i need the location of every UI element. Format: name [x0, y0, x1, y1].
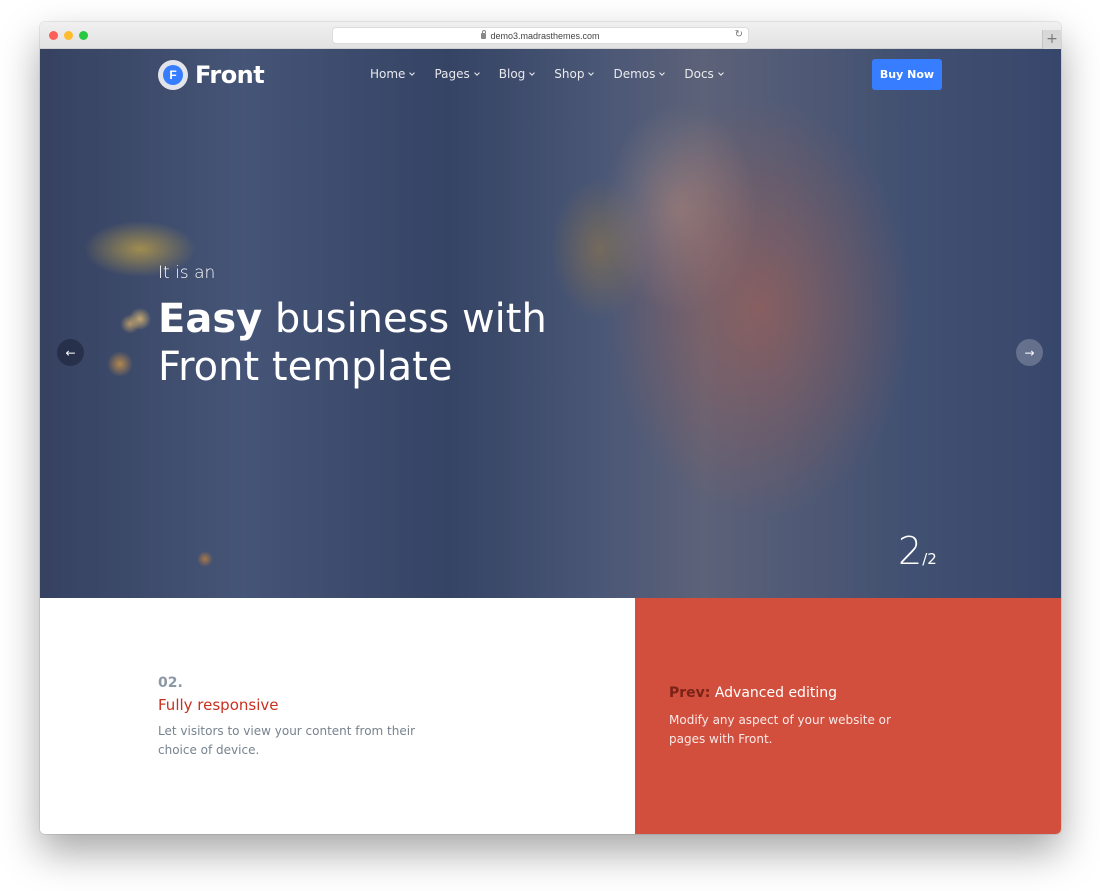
nav-item-docs[interactable]: Docs [684, 67, 724, 81]
prev-feature-description: Modify any aspect of your website or pag… [669, 713, 891, 746]
chevron-down-icon [659, 70, 666, 76]
logo-icon: F [158, 60, 188, 90]
chevron-down-icon [717, 70, 724, 76]
slide-counter: 2/2 [898, 529, 937, 573]
hero-title-bold: Easy [158, 296, 263, 342]
browser-window: demo3.madrasthemes.com ↻ + F Front Home … [40, 22, 1061, 834]
maximize-window-button[interactable] [79, 31, 88, 40]
arrow-left-icon: ← [65, 345, 76, 360]
prev-label: Prev: [669, 685, 711, 701]
prev-feature-panel[interactable]: Prev: Advanced editing Modify any aspect… [635, 598, 1061, 834]
hero-title: Easy business with Front template [158, 295, 547, 391]
browser-titlebar: demo3.madrasthemes.com ↻ + [40, 22, 1061, 49]
logo-text: Front [195, 61, 265, 89]
slide-total: /2 [922, 550, 937, 568]
new-tab-button[interactable]: + [1042, 30, 1061, 49]
hero-title-line2: Front template [158, 344, 453, 390]
buy-now-button[interactable]: Buy Now [872, 59, 942, 90]
nav-item-pages[interactable]: Pages [434, 67, 480, 81]
slide-current: 2 [898, 529, 923, 573]
url-text: demo3.madrasthemes.com [490, 30, 600, 41]
minimize-window-button[interactable] [64, 31, 73, 40]
logo[interactable]: F Front [158, 60, 265, 90]
address-bar[interactable]: demo3.madrasthemes.com ↻ [332, 27, 749, 44]
chevron-down-icon [529, 70, 536, 76]
feature-number: 02. [158, 675, 183, 691]
nav-item-home[interactable]: Home [370, 67, 416, 81]
prev-feature-title: Advanced editing [710, 685, 837, 701]
feature-title: Fully responsive [158, 696, 279, 714]
chevron-down-icon [588, 70, 595, 76]
chevron-down-icon [409, 70, 416, 76]
close-window-button[interactable] [49, 31, 58, 40]
prev-feature-heading[interactable]: Prev: Advanced editing [669, 685, 837, 701]
hero-kicker: It is an [158, 263, 216, 283]
chevron-down-icon [473, 70, 480, 76]
slider-next-button[interactable]: → [1016, 339, 1043, 366]
hero-title-rest: business with [262, 296, 547, 342]
slider-prev-button[interactable]: ← [57, 339, 84, 366]
main-nav: Home Pages Blog Shop Demos Docs [370, 67, 724, 81]
lock-icon [481, 29, 487, 39]
feature-description: Let visitors to view your content from t… [158, 724, 416, 757]
nav-item-shop[interactable]: Shop [554, 67, 595, 81]
current-feature-panel: 02. Fully responsive Let visitors to vie… [40, 598, 635, 834]
nav-item-blog[interactable]: Blog [499, 67, 536, 81]
reload-icon[interactable]: ↻ [735, 29, 743, 40]
arrow-right-icon: → [1024, 345, 1035, 360]
hero-slider: F Front Home Pages Blog Shop Demos Docs … [40, 49, 1061, 598]
nav-item-demos[interactable]: Demos [613, 67, 666, 81]
